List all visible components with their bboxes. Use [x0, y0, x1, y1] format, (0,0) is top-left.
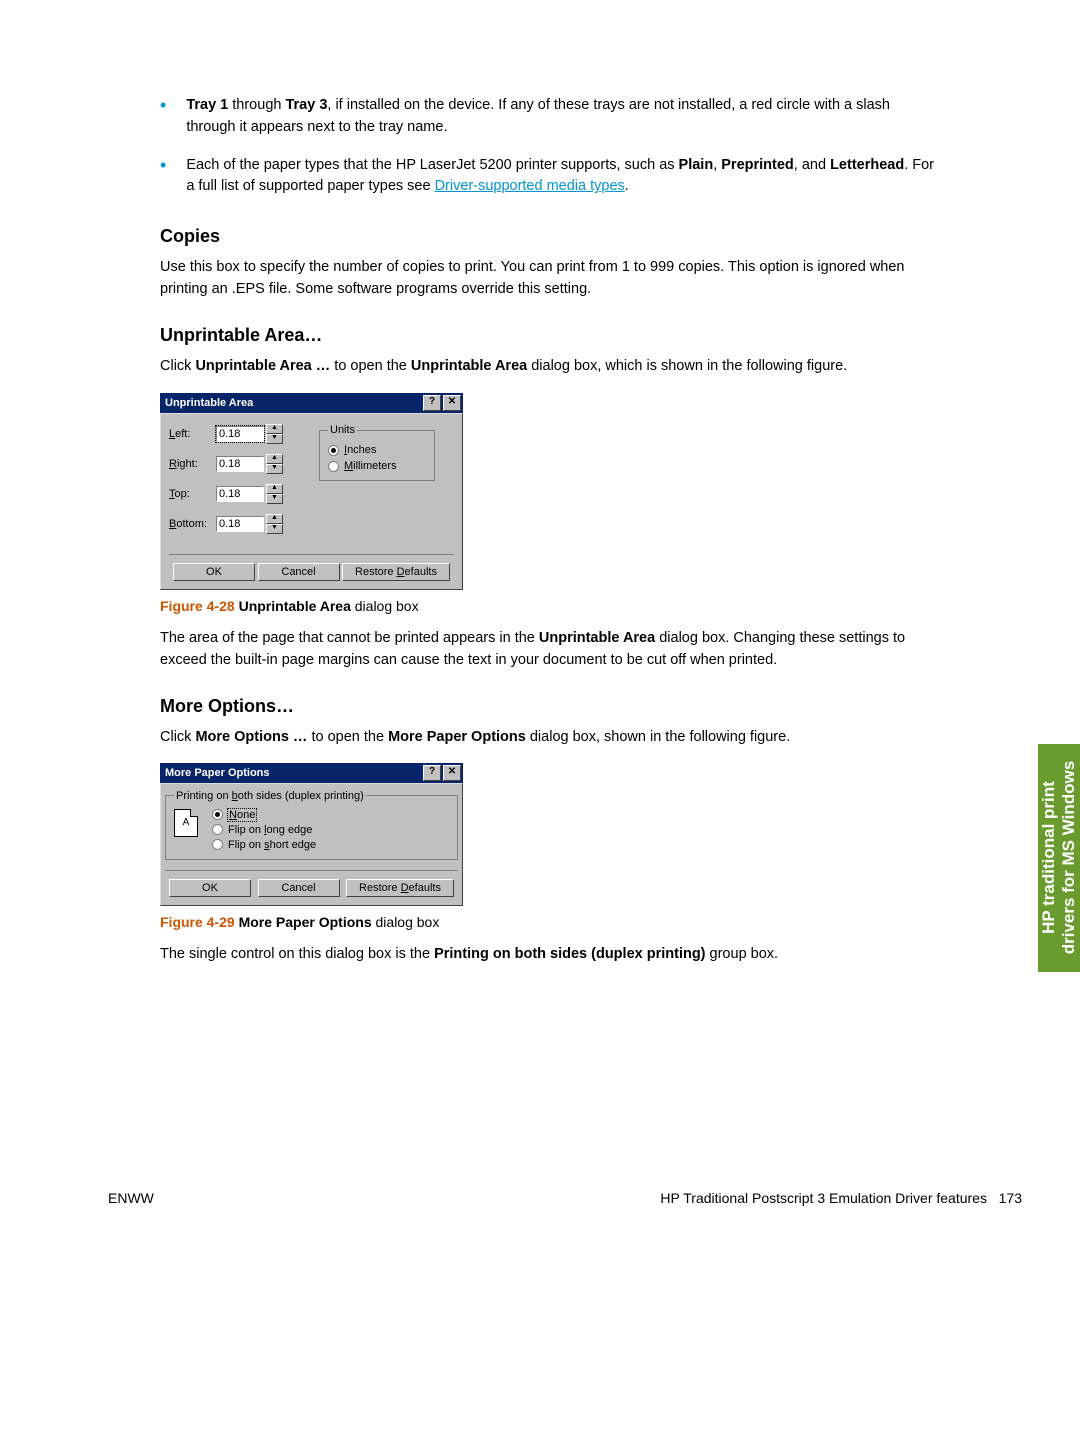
radio-icon [328, 461, 339, 472]
restore-defaults-button[interactable]: Restore Defaults [346, 879, 454, 897]
copies-text: Use this box to specify the number of co… [160, 257, 940, 301]
ok-button[interactable]: OK [169, 879, 251, 897]
unprintable-area-dialog: Unprintable Area ? ✕ Left: ▲▼ Right: [160, 393, 463, 590]
top-spinner[interactable]: ▲▼ [266, 484, 283, 504]
right-label: Right: [169, 458, 216, 470]
chapter-tab: HP traditional print drivers for MS Wind… [1038, 744, 1080, 972]
help-icon[interactable]: ? [423, 395, 441, 411]
left-input[interactable] [216, 426, 264, 442]
footer-left: ENWW [108, 1190, 154, 1206]
duplex-legend: Printing on both sides (duplex printing) [174, 790, 366, 802]
dialog-titlebar: Unprintable Area ? ✕ [160, 393, 463, 413]
close-icon[interactable]: ✕ [443, 765, 461, 781]
tray-bullets: • Tray 1 through Tray 3, if installed on… [160, 95, 940, 198]
duplex-none-option[interactable]: None [212, 809, 316, 821]
duplex-groupbox: Printing on both sides (duplex printing)… [165, 790, 458, 860]
dialog-titlebar: More Paper Options ? ✕ [160, 763, 463, 783]
cancel-button[interactable]: Cancel [258, 563, 340, 581]
copies-heading: Copies [160, 226, 940, 247]
page-icon: A [174, 809, 198, 837]
radio-checked-icon [212, 809, 223, 820]
bullet-trays: • Tray 1 through Tray 3, if installed on… [160, 95, 940, 139]
radio-checked-icon [328, 445, 339, 456]
duplex-long-edge-option[interactable]: Flip on long edge [212, 824, 316, 836]
duplex-short-edge-option[interactable]: Flip on short edge [212, 839, 316, 851]
bottom-spinner[interactable]: ▲▼ [266, 514, 283, 534]
close-icon[interactable]: ✕ [443, 395, 461, 411]
footer-right: HP Traditional Postscript 3 Emulation Dr… [660, 1190, 1022, 1206]
unprintable-area-description: The area of the page that cannot be prin… [160, 628, 940, 672]
cancel-button[interactable]: Cancel [258, 879, 340, 897]
bullet-paper-types: • Each of the paper types that the HP La… [160, 155, 940, 199]
radio-icon [212, 839, 223, 850]
unprintable-area-intro: Click Unprintable Area … to open the Unp… [160, 356, 940, 378]
bullet-dot: • [160, 155, 166, 199]
driver-media-types-link[interactable]: Driver-supported media types [435, 178, 625, 194]
units-mm-option[interactable]: Millimeters [328, 460, 426, 472]
ok-button[interactable]: OK [173, 563, 255, 581]
right-input[interactable] [216, 456, 264, 472]
restore-defaults-button[interactable]: Restore Defaults [342, 563, 450, 581]
right-spinner[interactable]: ▲▼ [266, 454, 283, 474]
units-legend: Units [328, 424, 357, 436]
figure-4-28-caption: Figure 4-28 Unprintable Area dialog box [160, 598, 940, 614]
dialog-title: Unprintable Area [165, 397, 253, 409]
page-footer: ENWW HP Traditional Postscript 3 Emulati… [108, 1190, 1022, 1206]
bottom-label: Bottom: [169, 518, 216, 530]
more-options-description: The single control on this dialog box is… [160, 944, 940, 966]
bullet-text: Each of the paper types that the HP Lase… [186, 155, 940, 199]
bottom-input[interactable] [216, 516, 264, 532]
top-label: Top: [169, 488, 216, 500]
help-icon[interactable]: ? [423, 765, 441, 781]
bullet-text: Tray 1 through Tray 3, if installed on t… [186, 95, 940, 139]
more-options-heading: More Options… [160, 696, 940, 717]
bullet-dot: • [160, 95, 166, 139]
more-options-intro: Click More Options … to open the More Pa… [160, 727, 940, 749]
left-spinner[interactable]: ▲▼ [266, 424, 283, 444]
figure-4-29-caption: Figure 4-29 More Paper Options dialog bo… [160, 914, 940, 930]
radio-icon [212, 824, 223, 835]
units-inches-option[interactable]: Inches [328, 444, 426, 456]
dialog-title: More Paper Options [165, 767, 270, 779]
more-paper-options-dialog: More Paper Options ? ✕ Printing on both … [160, 763, 463, 906]
unprintable-area-heading: Unprintable Area… [160, 325, 940, 346]
top-input[interactable] [216, 486, 264, 502]
units-groupbox: Units Inches Millimeters [319, 424, 435, 481]
left-label: Left: [169, 428, 216, 440]
